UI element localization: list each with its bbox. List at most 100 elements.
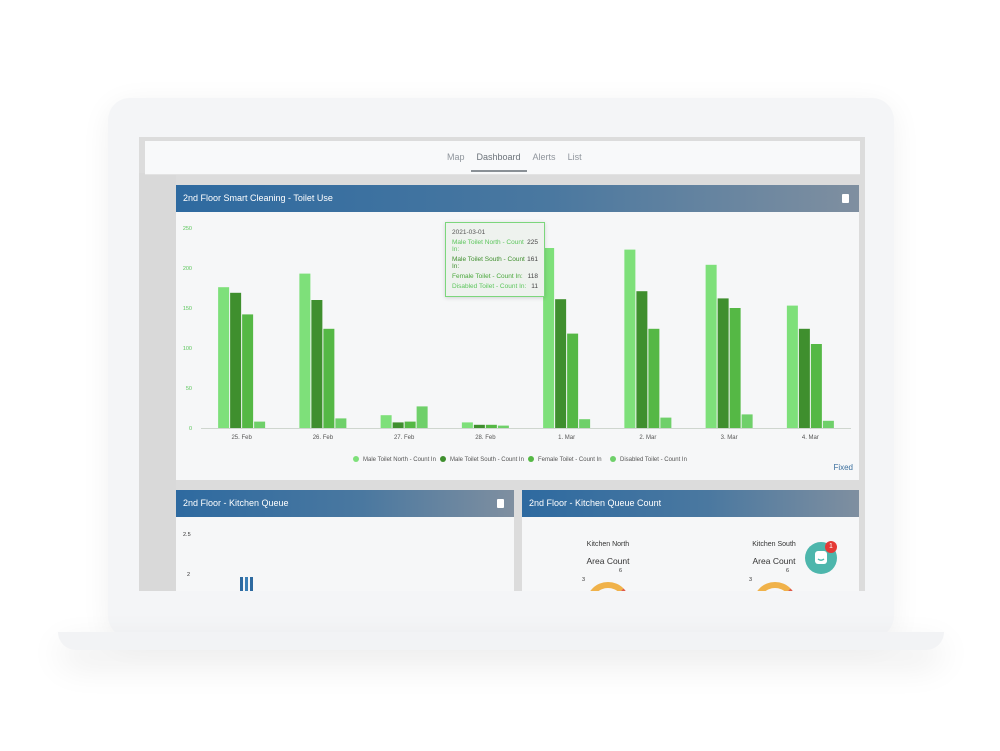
bar: [798, 328, 810, 428]
kitchen-queue-panel-header: 2nd Floor - Kitchen Queue: [176, 490, 514, 517]
screen: Map Dashboard Alerts List 2nd Floor Smar…: [139, 137, 865, 591]
bar: [786, 305, 798, 428]
tab-dashboard[interactable]: Dashboard: [470, 152, 527, 172]
y-tick-label: 0: [189, 426, 192, 432]
fixed-link[interactable]: Fixed: [833, 463, 853, 472]
y-tick-label: 2: [187, 572, 191, 578]
tab-alerts[interactable]: Alerts: [527, 152, 562, 172]
tooltip-row: Male Toilet South - Count In: 161: [452, 256, 538, 270]
bar: [497, 425, 509, 428]
bar: [242, 314, 254, 428]
tooltip-value: 118: [527, 273, 538, 280]
tooltip-value: 161: [527, 256, 538, 263]
bar: [404, 421, 416, 428]
bar: [461, 422, 473, 428]
chat-notification-badge: 1: [825, 541, 837, 553]
y-tick-label: 150: [183, 306, 192, 312]
bar: [335, 418, 347, 428]
nav-tabs: Map Dashboard Alerts List: [441, 152, 588, 172]
bar: [392, 422, 404, 428]
kitchen-north-label: Kitchen North: [586, 541, 630, 548]
bar: [705, 264, 717, 428]
bar: [579, 419, 591, 428]
queue-bar: [250, 577, 253, 591]
y-tick-label: 250: [183, 226, 192, 232]
bar: [741, 414, 753, 428]
x-tick-label: 4. Mar: [802, 435, 819, 441]
bar: [660, 417, 672, 428]
chart-tooltip: 2021-03-01 Male Toilet North - Count In:…: [445, 222, 545, 297]
legend-marker: [610, 456, 616, 462]
bar: [218, 287, 230, 428]
gauge-tick-label: 3: [749, 577, 753, 583]
tooltip-value: 11: [531, 283, 538, 290]
bar: [555, 299, 567, 428]
clipboard-icon[interactable]: [497, 499, 504, 508]
bar: [822, 420, 834, 428]
x-tick-label: 27. Feb: [394, 435, 415, 441]
tooltip-value: 225: [527, 239, 538, 246]
bar: [567, 333, 579, 428]
x-tick-label: 26. Feb: [313, 435, 334, 441]
panel-title: 2nd Floor - Kitchen Queue Count: [529, 498, 662, 508]
panel-title: 2nd Floor - Kitchen Queue: [183, 498, 289, 508]
gauge-tick-label: 6: [786, 568, 790, 574]
bar: [624, 249, 636, 428]
toilet-use-panel: 2nd Floor Smart Cleaning - Toilet Use 0 5…: [176, 185, 859, 480]
queue-bar: [240, 577, 243, 591]
kitchen-south-label: Kitchen South: [752, 541, 796, 548]
legend-item: Male Toilet South - Count In: [450, 457, 524, 463]
tooltip-label: Female Toilet - Count In:: [452, 273, 523, 280]
legend-marker: [353, 456, 359, 462]
gauge-tick-label: 3: [582, 577, 586, 583]
bar: [717, 298, 729, 428]
legend-marker: [440, 456, 446, 462]
legend-item: Female Toilet - Count In: [538, 457, 602, 463]
legend-item: Male Toilet North - Count In: [363, 457, 436, 463]
bar: [485, 424, 497, 428]
kitchen-south-sub: Area Count: [752, 556, 796, 566]
gauge-tick-label: 6: [619, 568, 623, 574]
bar: [299, 273, 311, 428]
south-gauge-arc: [753, 582, 797, 591]
legend-marker: [528, 456, 534, 462]
x-tick-label: 2. Mar: [639, 435, 656, 441]
x-tick-label: 1. Mar: [558, 435, 575, 441]
kitchen-queue-count-panel: 2nd Floor - Kitchen Queue Count Kitchen …: [522, 490, 859, 591]
kitchen-north-sub: Area Count: [586, 556, 630, 566]
legend-item: Disabled Toilet - Count In: [620, 457, 687, 463]
tooltip-row: Disabled Toilet - Count In: 11: [452, 283, 538, 290]
laptop-base: [58, 632, 944, 650]
tab-list[interactable]: List: [562, 152, 588, 172]
left-rail: [139, 173, 176, 591]
tooltip-row: Female Toilet - Count In: 118: [452, 273, 538, 280]
tooltip-date: 2021-03-01: [452, 229, 486, 236]
tooltip-label: Male Toilet South - Count In:: [452, 256, 525, 270]
y-tick-label: 50: [186, 386, 192, 392]
clipboard-icon[interactable]: [842, 194, 849, 203]
bar: [380, 415, 392, 428]
queue-bar: [245, 577, 248, 591]
bar: [729, 308, 741, 428]
bar: [648, 328, 660, 428]
tooltip-row: Male Toilet North - Count In: 225: [452, 239, 538, 253]
bar: [230, 292, 242, 428]
kitchen-queue-panel: 2nd Floor - Kitchen Queue 2.5 2: [176, 490, 514, 591]
toilet-use-panel-header: 2nd Floor Smart Cleaning - Toilet Use: [176, 185, 859, 212]
tooltip-label: Male Toilet North - Count In:: [452, 239, 524, 253]
tooltip-label: Disabled Toilet - Count In:: [452, 283, 527, 290]
y-tick-label: 100: [183, 346, 192, 352]
x-tick-label: 28. Feb: [475, 435, 496, 441]
bar: [323, 328, 335, 428]
bar: [636, 291, 648, 428]
bar: [810, 344, 822, 428]
kitchen-queue-count-panel-header: 2nd Floor - Kitchen Queue Count: [522, 490, 859, 517]
y-tick-label: 2.5: [183, 532, 191, 538]
bar: [254, 421, 266, 428]
bar: [416, 406, 428, 428]
top-nav: Map Dashboard Alerts List: [145, 141, 860, 175]
x-tick-label: 25. Feb: [231, 435, 252, 441]
tab-map[interactable]: Map: [441, 152, 471, 172]
panel-title: 2nd Floor Smart Cleaning - Toilet Use: [183, 193, 333, 203]
y-tick-label: 200: [183, 266, 192, 272]
